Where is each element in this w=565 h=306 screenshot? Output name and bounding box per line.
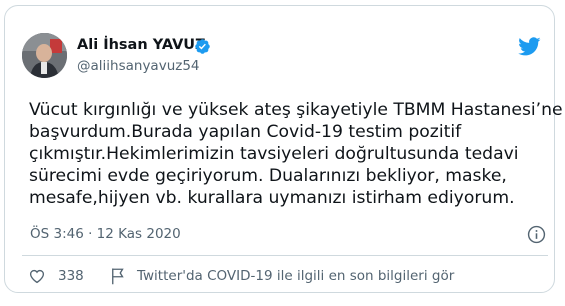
- divider: [22, 255, 548, 256]
- avatar[interactable]: [22, 33, 67, 78]
- tweet-text-line: sürecimi evde geçiriyorum. Dualarınızı b…: [29, 166, 507, 186]
- tweet-card[interactable]: Ali İhsan YAVUZ @aliihsanyavuz54 Vücut k…: [4, 5, 563, 293]
- author-name[interactable]: Ali İhsan YAVUZ: [77, 37, 206, 53]
- info-icon[interactable]: [527, 225, 546, 244]
- author-handle[interactable]: @aliihsanyavuz54: [77, 58, 200, 74]
- verified-badge-icon: [195, 39, 210, 54]
- covid-info-link[interactable]: Twitter'da COVID-19 ile ilgili en son bi…: [137, 268, 454, 284]
- tweet-timestamp[interactable]: ÖS 3:46 · 12 Kas 2020: [30, 226, 181, 242]
- heart-icon[interactable]: [28, 267, 46, 285]
- tweet-text-line: çıkmıştır.Hekimlerimizin tavsiyeleri doğ…: [29, 144, 519, 164]
- twitter-bird-icon[interactable]: [518, 37, 541, 56]
- tweet-text-line: başvurdum.Burada yapılan Covid-19 testim…: [29, 122, 462, 142]
- avatar-photo: [22, 33, 67, 78]
- tweet-text-line: Vücut kırgınlığı ve yüksek ateş şikayeti…: [29, 100, 563, 120]
- tweet-text-line: mesafe,hijyen vb. kurallara uymanızı ist…: [29, 188, 515, 208]
- flag-icon: [112, 268, 124, 285]
- tweet-text: Vücut kırgınlığı ve yüksek ateş şikayeti…: [29, 99, 563, 209]
- like-count[interactable]: 338: [58, 268, 84, 284]
